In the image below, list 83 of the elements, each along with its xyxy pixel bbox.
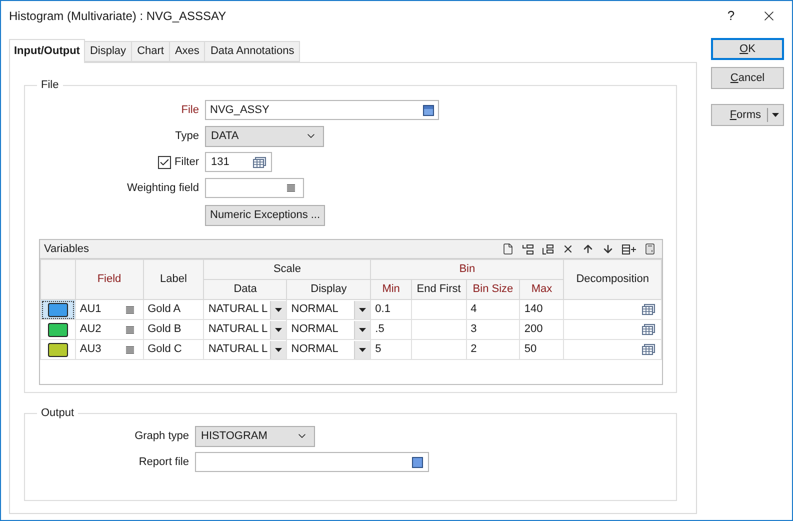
dropdown-cell[interactable]: NATURAL L [204, 340, 287, 360]
table-cell: Gold B [143, 320, 204, 340]
dropdown-arrow-icon[interactable] [772, 113, 779, 117]
field-label: Type [175, 128, 199, 144]
list-icon[interactable] [126, 346, 134, 354]
insert-row-icon[interactable] [522, 244, 534, 254]
column-header: Decomposition [564, 260, 662, 300]
column-header: Scale [204, 260, 371, 280]
panel-title: Variables [44, 242, 90, 257]
table-cell: 0.1 [370, 300, 412, 320]
checkbox[interactable] [158, 156, 171, 168]
filter-field[interactable]: 131 [205, 152, 272, 172]
column-header: Bin [370, 260, 564, 280]
table-cell: Gold A [143, 300, 204, 320]
color-cell[interactable] [40, 300, 76, 320]
dropdown-cell[interactable]: NORMAL [286, 320, 371, 340]
table-cell: .5 [370, 320, 412, 340]
color-cell[interactable] [40, 340, 76, 360]
table-cell: 5 [370, 340, 412, 360]
field-label: Report file [138, 454, 189, 470]
column-header: Min [370, 280, 412, 300]
table-cell: 3 [466, 320, 520, 340]
decomposition-icon[interactable] [642, 324, 655, 335]
move-down-icon[interactable] [602, 243, 614, 255]
file-field[interactable]: NVG_ASSY [205, 100, 439, 120]
window-title: Histogram (Multivariate) : NVG_ASSSAY [9, 8, 228, 25]
list-icon[interactable] [126, 326, 134, 334]
new-icon[interactable] [502, 243, 514, 255]
table-cell [411, 300, 466, 320]
field-label: Filter [174, 154, 199, 170]
field-label: File [181, 102, 199, 118]
table-cell: 4 [466, 300, 520, 320]
field-label: Weighting field [127, 180, 199, 196]
browse-icon[interactable] [412, 456, 423, 468]
forms-button[interactable]: Forms [711, 104, 784, 126]
group-title: Output [37, 405, 78, 421]
column-header: Data [204, 280, 287, 300]
dropdown-cell[interactable]: NORMAL [286, 340, 371, 360]
table-cell [411, 340, 466, 360]
column-header: Label [143, 260, 204, 300]
column-header: Display [286, 280, 371, 300]
table-cell: Gold C [143, 340, 204, 360]
add-column-icon[interactable] [622, 244, 636, 254]
dialog-button[interactable]: Cancel [711, 67, 784, 89]
table-icon[interactable] [253, 156, 266, 168]
decomposition-icon[interactable] [642, 344, 655, 355]
list-icon[interactable] [126, 306, 134, 314]
report-file-field[interactable] [195, 452, 429, 472]
tab[interactable]: Display [84, 41, 132, 62]
dropdown-cell[interactable]: NATURAL L [204, 320, 287, 340]
field-label: Graph type [134, 428, 189, 444]
delete-icon[interactable] [562, 243, 574, 255]
dropdown-cell[interactable]: NATURAL L [204, 300, 287, 320]
browse-icon[interactable] [423, 104, 434, 116]
tab[interactable]: Input/Output [9, 39, 85, 63]
table-cell: 140 [520, 300, 564, 320]
dropdown[interactable]: HISTOGRAM [195, 426, 315, 446]
table-cell: 200 [520, 320, 564, 340]
field-cell[interactable]: AU2 [75, 320, 144, 340]
table-cell: 2 [466, 340, 520, 360]
column-header: End First [411, 280, 466, 300]
field-cell[interactable]: AU1 [75, 300, 144, 320]
field-cell[interactable]: AU3 [75, 340, 144, 360]
column-header: Max [520, 280, 564, 300]
dropdown[interactable]: DATA [205, 126, 324, 146]
help-button[interactable]: ? [716, 1, 746, 31]
numeric-exceptions-button[interactable]: Numeric Exceptions ... [205, 204, 326, 226]
list-icon[interactable] [287, 184, 295, 192]
table-cell: 50 [520, 340, 564, 360]
calculator-icon[interactable] [644, 243, 656, 255]
move-up-icon[interactable] [582, 243, 594, 255]
column-header: Bin Size [466, 280, 520, 300]
weighting-field[interactable] [205, 178, 304, 198]
column-header: Field [75, 260, 144, 300]
decomposition-icon[interactable] [642, 304, 655, 315]
dialog-button[interactable]: OK [711, 38, 784, 60]
table-cell [411, 320, 466, 340]
append-row-icon[interactable] [542, 244, 554, 254]
tab[interactable]: Axes [170, 41, 206, 62]
tab[interactable]: Chart [132, 41, 170, 62]
tab[interactable]: Data Annotations [205, 41, 300, 62]
color-cell[interactable] [40, 320, 76, 340]
dropdown-cell[interactable]: NORMAL [286, 300, 371, 320]
